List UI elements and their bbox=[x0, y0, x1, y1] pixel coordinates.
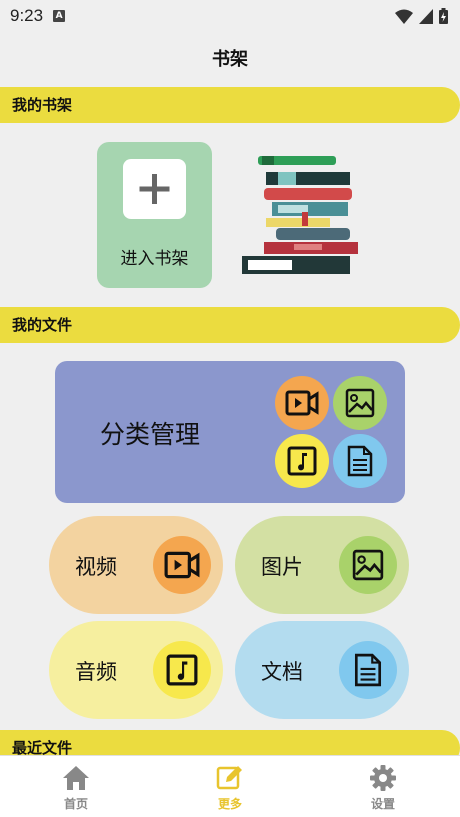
nav-label-home: 首页 bbox=[63, 797, 88, 811]
category-management-label: 分类管理 bbox=[100, 420, 201, 449]
image-label: 图片 bbox=[261, 555, 303, 579]
nav-label-more: 更多 bbox=[217, 797, 242, 811]
notification-icon: A bbox=[53, 10, 66, 22]
battery-icon bbox=[439, 8, 448, 24]
books-illustration bbox=[242, 156, 358, 274]
category-management-button[interactable]: 分类管理 bbox=[55, 361, 405, 503]
video-icon bbox=[153, 536, 211, 594]
status-time: 9:23 bbox=[10, 6, 44, 25]
enter-bookshelf-button[interactable]: 进入书架 bbox=[97, 142, 212, 288]
music-icon bbox=[275, 434, 329, 488]
section-header-files: 我的文件 bbox=[0, 307, 460, 343]
page-title: 书架 bbox=[212, 49, 248, 70]
image-files-button[interactable]: 图片 bbox=[235, 516, 409, 614]
home-icon bbox=[63, 766, 89, 790]
signal-icon bbox=[419, 8, 433, 24]
music-icon bbox=[153, 641, 211, 699]
document-label: 文档 bbox=[261, 660, 303, 684]
nav-item-home[interactable]: 首页 bbox=[36, 756, 116, 817]
video-label: 视频 bbox=[75, 555, 117, 579]
nav-label-settings: 设置 bbox=[370, 797, 395, 811]
document-icon bbox=[339, 641, 397, 699]
audio-files-button[interactable]: 音频 bbox=[49, 621, 223, 719]
gear-icon bbox=[370, 765, 396, 791]
bottom-navigation: 首页 更多 设置 bbox=[0, 755, 460, 817]
status-icons bbox=[395, 8, 448, 24]
nav-item-more[interactable]: 更多 bbox=[190, 756, 270, 817]
status-bar: 9:23 A bbox=[0, 0, 460, 32]
edit-icon bbox=[216, 766, 242, 790]
document-files-button[interactable]: 文档 bbox=[235, 621, 409, 719]
section-header-bookshelf: 我的书架 bbox=[0, 87, 460, 123]
image-icon bbox=[339, 536, 397, 594]
nav-item-settings[interactable]: 设置 bbox=[343, 756, 423, 817]
video-icon bbox=[275, 376, 329, 430]
audio-label: 音频 bbox=[75, 660, 117, 684]
enter-bookshelf-label: 进入书架 bbox=[120, 249, 189, 269]
add-icon bbox=[123, 159, 186, 219]
wifi-icon bbox=[395, 9, 413, 24]
image-icon bbox=[333, 376, 387, 430]
video-files-button[interactable]: 视频 bbox=[49, 516, 223, 614]
document-icon bbox=[333, 434, 387, 488]
